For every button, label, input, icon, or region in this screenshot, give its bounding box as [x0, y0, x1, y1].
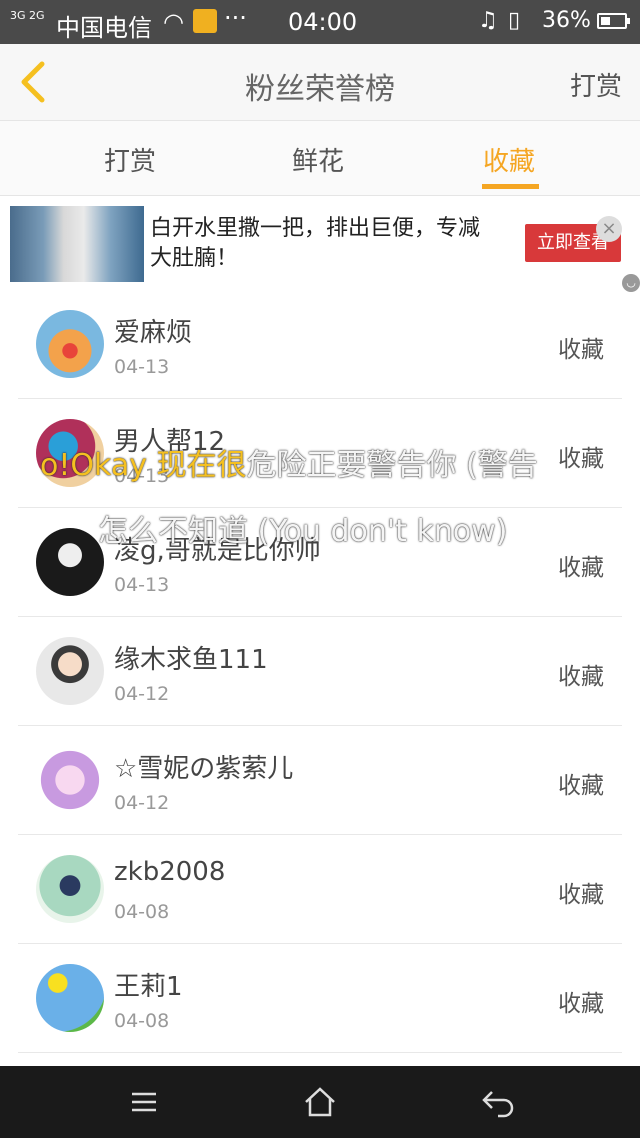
user-name: 缘木求鱼111	[114, 645, 268, 675]
avatar	[36, 637, 104, 705]
lyrics-line-2: 怎么不知道 (You don't know)	[98, 514, 508, 549]
menu-icon[interactable]	[124, 1082, 164, 1122]
favorite-label: 收藏	[558, 773, 604, 799]
user-name: zkb2008	[114, 857, 226, 887]
avatar	[36, 528, 104, 596]
date: 04-08	[114, 901, 170, 923]
home-icon[interactable]	[300, 1082, 340, 1122]
avatar	[36, 964, 104, 1032]
page-title: 粉丝荣誉榜	[245, 72, 395, 107]
ad-text: 白开水里撒一把，排出巨便，专减大肚腩！	[150, 216, 481, 271]
favorite-label: 收藏	[558, 882, 604, 908]
date: 04-13	[114, 356, 170, 378]
app-header: 粉丝荣誉榜 打赏	[0, 44, 640, 121]
signal-icon: 3G 2G	[10, 9, 45, 22]
date: 04-08	[114, 1010, 170, 1032]
active-tab-indicator	[482, 184, 539, 189]
list-item[interactable]: ☆雪妮の紫萦儿 04-12 收藏	[18, 726, 622, 835]
favorite-label: 收藏	[558, 337, 604, 363]
tab-reward[interactable]: 打赏	[104, 141, 156, 178]
lyrics-rest: 危险正要警告你 (警告	[246, 448, 538, 483]
battery-percent: 36%	[542, 8, 591, 33]
list-item[interactable]: 缘木求鱼111 04-12 收藏	[18, 617, 622, 726]
list-item[interactable]: 王莉1 04-08 收藏	[18, 944, 622, 1053]
battery-icon	[597, 13, 630, 29]
favorite-label: 收藏	[558, 555, 604, 581]
clock: 04:00	[288, 8, 358, 36]
wifi-icon: ◠	[163, 8, 184, 36]
user-name: 爱麻烦	[114, 318, 193, 348]
headphone-icon: ♫	[478, 8, 498, 33]
list-item[interactable]: zkb2008 04-08 收藏	[18, 835, 622, 944]
avatar	[36, 746, 104, 814]
list-item[interactable]: 爱麻烦 04-13 收藏	[18, 290, 622, 399]
tab-flowers[interactable]: 鲜花	[292, 141, 344, 178]
more-notifications-icon: ···	[224, 4, 247, 32]
ad-image	[10, 206, 144, 282]
avatar	[36, 310, 104, 378]
carrier-name: 中国电信	[56, 14, 152, 42]
favorite-label: 收藏	[558, 991, 604, 1017]
date: 04-12	[114, 792, 170, 814]
tab-bar: 打赏 鲜花 收藏	[0, 121, 640, 196]
avatar	[36, 855, 104, 923]
lyrics-highlight: o!Okay 现在很	[40, 448, 247, 483]
status-bar: 3G 2G 中国电信 ◠ ··· 04:00 ♫ ▯ 36%	[0, 0, 640, 44]
system-nav-bar	[0, 1066, 640, 1138]
notification-icon	[193, 9, 217, 33]
date: 04-13	[114, 574, 170, 596]
user-name: 王莉1	[114, 972, 183, 1002]
date: 04-12	[114, 683, 170, 705]
ad-banner[interactable]: 白开水里撒一把，排出巨便，专减大肚腩！ 立即查看 ×	[10, 206, 622, 282]
fan-list: 爱麻烦 04-13 收藏 男人帮12 04-13 收藏 凌g,哥就是比你帅 04…	[18, 290, 622, 1053]
lyrics-line-1: o!Okay 现在很危险正要警告你 (警告	[40, 440, 538, 484]
user-name: ☆雪妮の紫萦儿	[114, 754, 294, 784]
favorite-label: 收藏	[558, 664, 604, 690]
close-icon[interactable]: ×	[596, 216, 622, 242]
back-icon[interactable]	[478, 1082, 518, 1122]
phone-icon: ▯	[508, 8, 521, 33]
tab-favorites[interactable]: 收藏	[483, 141, 535, 178]
reward-button[interactable]: 打赏	[570, 66, 622, 103]
ad-badge-icon: ◡	[622, 274, 640, 292]
favorite-label: 收藏	[558, 446, 604, 472]
